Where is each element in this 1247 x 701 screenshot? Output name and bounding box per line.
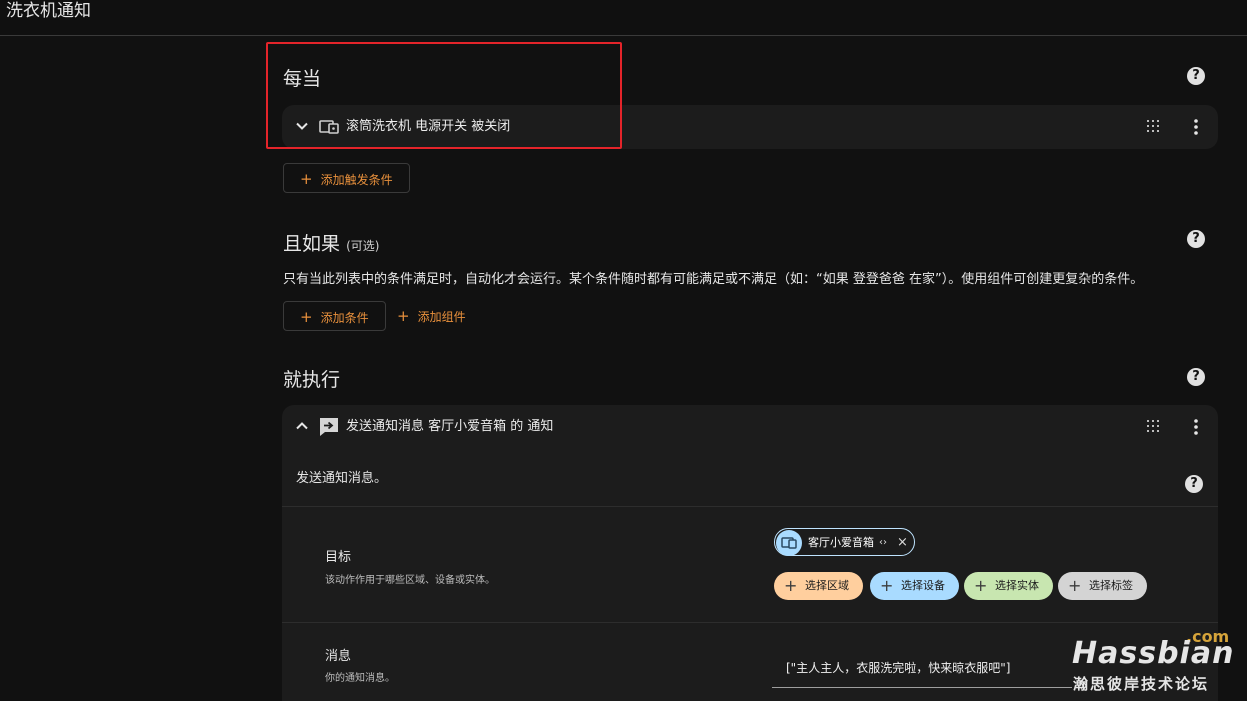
device-icon xyxy=(781,537,797,549)
conditions-heading: 且如果 (可选) xyxy=(283,229,379,256)
message-arrow-icon xyxy=(320,418,338,436)
pick-device-button[interactable]: + 选择设备 xyxy=(870,572,959,600)
add-condition-label: 添加条件 xyxy=(320,311,369,325)
selected-target-chip[interactable]: 客厅小爱音箱 ‹› × xyxy=(774,528,915,556)
actions-heading: 就执行 xyxy=(283,369,341,391)
plus-icon: + xyxy=(1068,576,1082,595)
remove-chip-icon[interactable]: × xyxy=(897,529,908,556)
action-help-icon[interactable]: ? xyxy=(1185,475,1203,493)
target-field-subtitle: 该动作作用于哪些区域、设备或实体。 xyxy=(325,575,495,586)
pick-label-label: 选择标签 xyxy=(1089,579,1133,592)
triggers-help-icon[interactable]: ? xyxy=(1187,67,1205,85)
top-bar: 洗衣机通知 xyxy=(0,0,1247,36)
target-field-title: 目标 xyxy=(325,550,352,565)
pick-area-label: 选择区域 xyxy=(805,579,849,592)
add-block-label: 添加组件 xyxy=(417,310,466,324)
pick-device-label: 选择设备 xyxy=(901,579,945,592)
plus-icon: + xyxy=(300,170,313,188)
conditions-help-icon[interactable]: ? xyxy=(1187,230,1205,248)
message-input[interactable]: ["主人主人，衣服洗完啦，快来晾衣服吧"] xyxy=(786,659,1010,676)
message-field-title: 消息 xyxy=(325,649,352,664)
plus-icon: + xyxy=(397,307,410,325)
message-field-subtitle: 你的通知消息。 xyxy=(325,673,395,684)
drag-handle-icon[interactable] xyxy=(1146,119,1160,133)
chevron-up-icon[interactable] xyxy=(294,418,310,434)
selected-target-label: 客厅小爱音箱 xyxy=(808,536,874,549)
conditions-description: 只有当此列表中的条件满足时，自动化才会运行。某个条件随时都有可能满足或不满足（如… xyxy=(283,272,1144,287)
drag-handle-icon[interactable] xyxy=(1146,419,1160,433)
automation-title: 洗衣机通知 xyxy=(6,1,91,21)
message-input-underline xyxy=(772,687,1072,688)
divider xyxy=(282,506,1218,507)
code-icon[interactable]: ‹› xyxy=(879,529,887,556)
add-trigger-label: 添加触发条件 xyxy=(320,173,393,187)
pick-entity-button[interactable]: + 选择实体 xyxy=(964,572,1053,600)
action-description: 发送通知消息。 xyxy=(296,471,388,486)
more-vertical-icon[interactable] xyxy=(1190,118,1202,136)
add-condition-button[interactable]: + 添加条件 xyxy=(283,301,386,331)
watermark-logo: Hassbian xyxy=(1072,636,1235,671)
conditions-optional: (可选) xyxy=(346,239,380,253)
action-row-header[interactable]: 发送通知消息 客厅小爱音箱 的 通知 xyxy=(282,405,1218,449)
add-block-button[interactable]: + 添加组件 xyxy=(381,301,482,331)
device-avatar xyxy=(776,530,802,556)
action-label: 发送通知消息 客厅小爱音箱 的 通知 xyxy=(346,419,554,434)
highlight-box xyxy=(266,42,622,149)
actions-help-icon[interactable]: ? xyxy=(1187,368,1205,386)
plus-icon: + xyxy=(974,576,988,595)
pick-area-button[interactable]: + 选择区域 xyxy=(774,572,863,600)
watermark-subtitle: 瀚思彼岸技术论坛 xyxy=(1073,675,1210,693)
add-trigger-button[interactable]: + 添加触发条件 xyxy=(283,163,410,193)
pick-label-button[interactable]: + 选择标签 xyxy=(1058,572,1147,600)
conditions-heading-text: 且如果 xyxy=(283,233,341,255)
plus-icon: + xyxy=(300,308,313,326)
plus-icon: + xyxy=(880,576,894,595)
divider xyxy=(282,622,1218,623)
more-vertical-icon[interactable] xyxy=(1190,418,1202,436)
plus-icon: + xyxy=(784,576,798,595)
pick-entity-label: 选择实体 xyxy=(995,579,1039,592)
